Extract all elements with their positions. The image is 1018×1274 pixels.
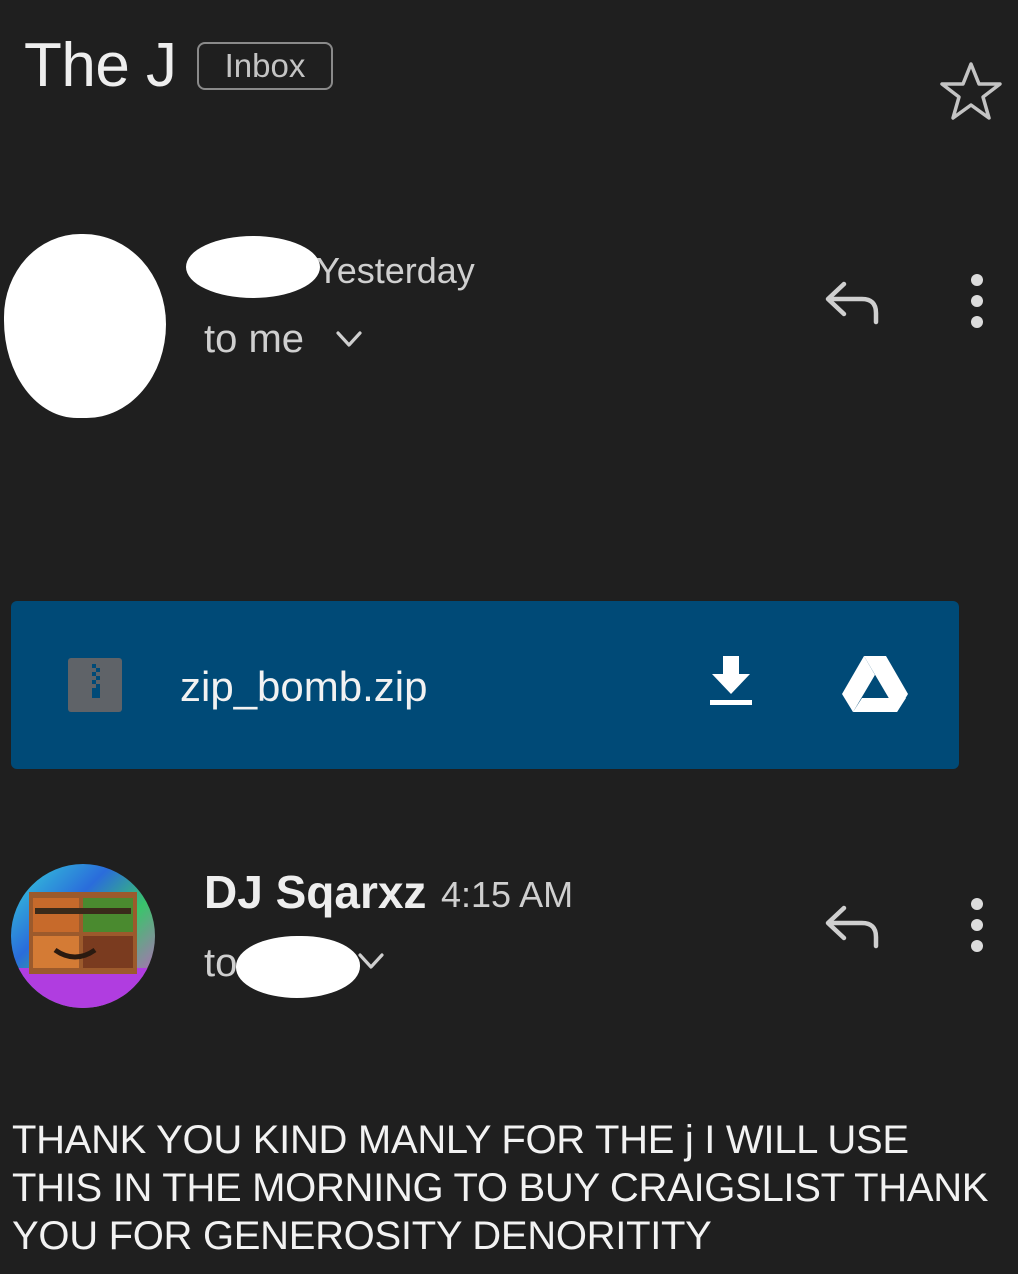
redacted-sender-name bbox=[186, 236, 320, 298]
chevron-down-icon[interactable] bbox=[356, 946, 386, 976]
message-body: THANK YOU KIND MANLY FOR THE j I WILL US… bbox=[12, 1118, 989, 1258]
redacted-recipient bbox=[236, 936, 360, 998]
inbox-label-chip[interactable]: Inbox bbox=[197, 42, 333, 90]
attachment-filename[interactable]: zip_bomb.zip bbox=[180, 662, 427, 712]
more-vert-icon bbox=[971, 274, 983, 328]
reply-button[interactable] bbox=[822, 902, 882, 950]
avatar[interactable] bbox=[11, 864, 155, 1008]
more-options-button[interactable] bbox=[960, 896, 994, 954]
redacted-avatar bbox=[4, 234, 166, 418]
drive-icon bbox=[842, 656, 908, 712]
sender-name: DJ Sqarxz bbox=[204, 866, 427, 918]
star-outline-icon bbox=[940, 62, 1002, 120]
message-time: Yesterday bbox=[316, 250, 475, 291]
chevron-down-icon[interactable] bbox=[334, 324, 364, 354]
more-vert-icon bbox=[971, 898, 983, 952]
reply-icon bbox=[825, 905, 879, 949]
star-button[interactable] bbox=[938, 60, 1004, 122]
save-to-drive-button[interactable] bbox=[840, 654, 910, 714]
message-time: 4:15 AM bbox=[441, 874, 574, 915]
more-options-button[interactable] bbox=[960, 272, 994, 330]
reply-button[interactable] bbox=[822, 278, 882, 326]
zip-file-icon bbox=[68, 658, 122, 712]
download-icon bbox=[710, 656, 752, 705]
recipient-details-toggle[interactable]: to me bbox=[204, 316, 304, 362]
email-subject: The J bbox=[24, 31, 177, 100]
download-button[interactable] bbox=[704, 654, 758, 710]
recipient-details-toggle[interactable]: to bbox=[204, 940, 237, 986]
reply-icon bbox=[825, 281, 879, 325]
attachment-card[interactable] bbox=[11, 601, 959, 769]
